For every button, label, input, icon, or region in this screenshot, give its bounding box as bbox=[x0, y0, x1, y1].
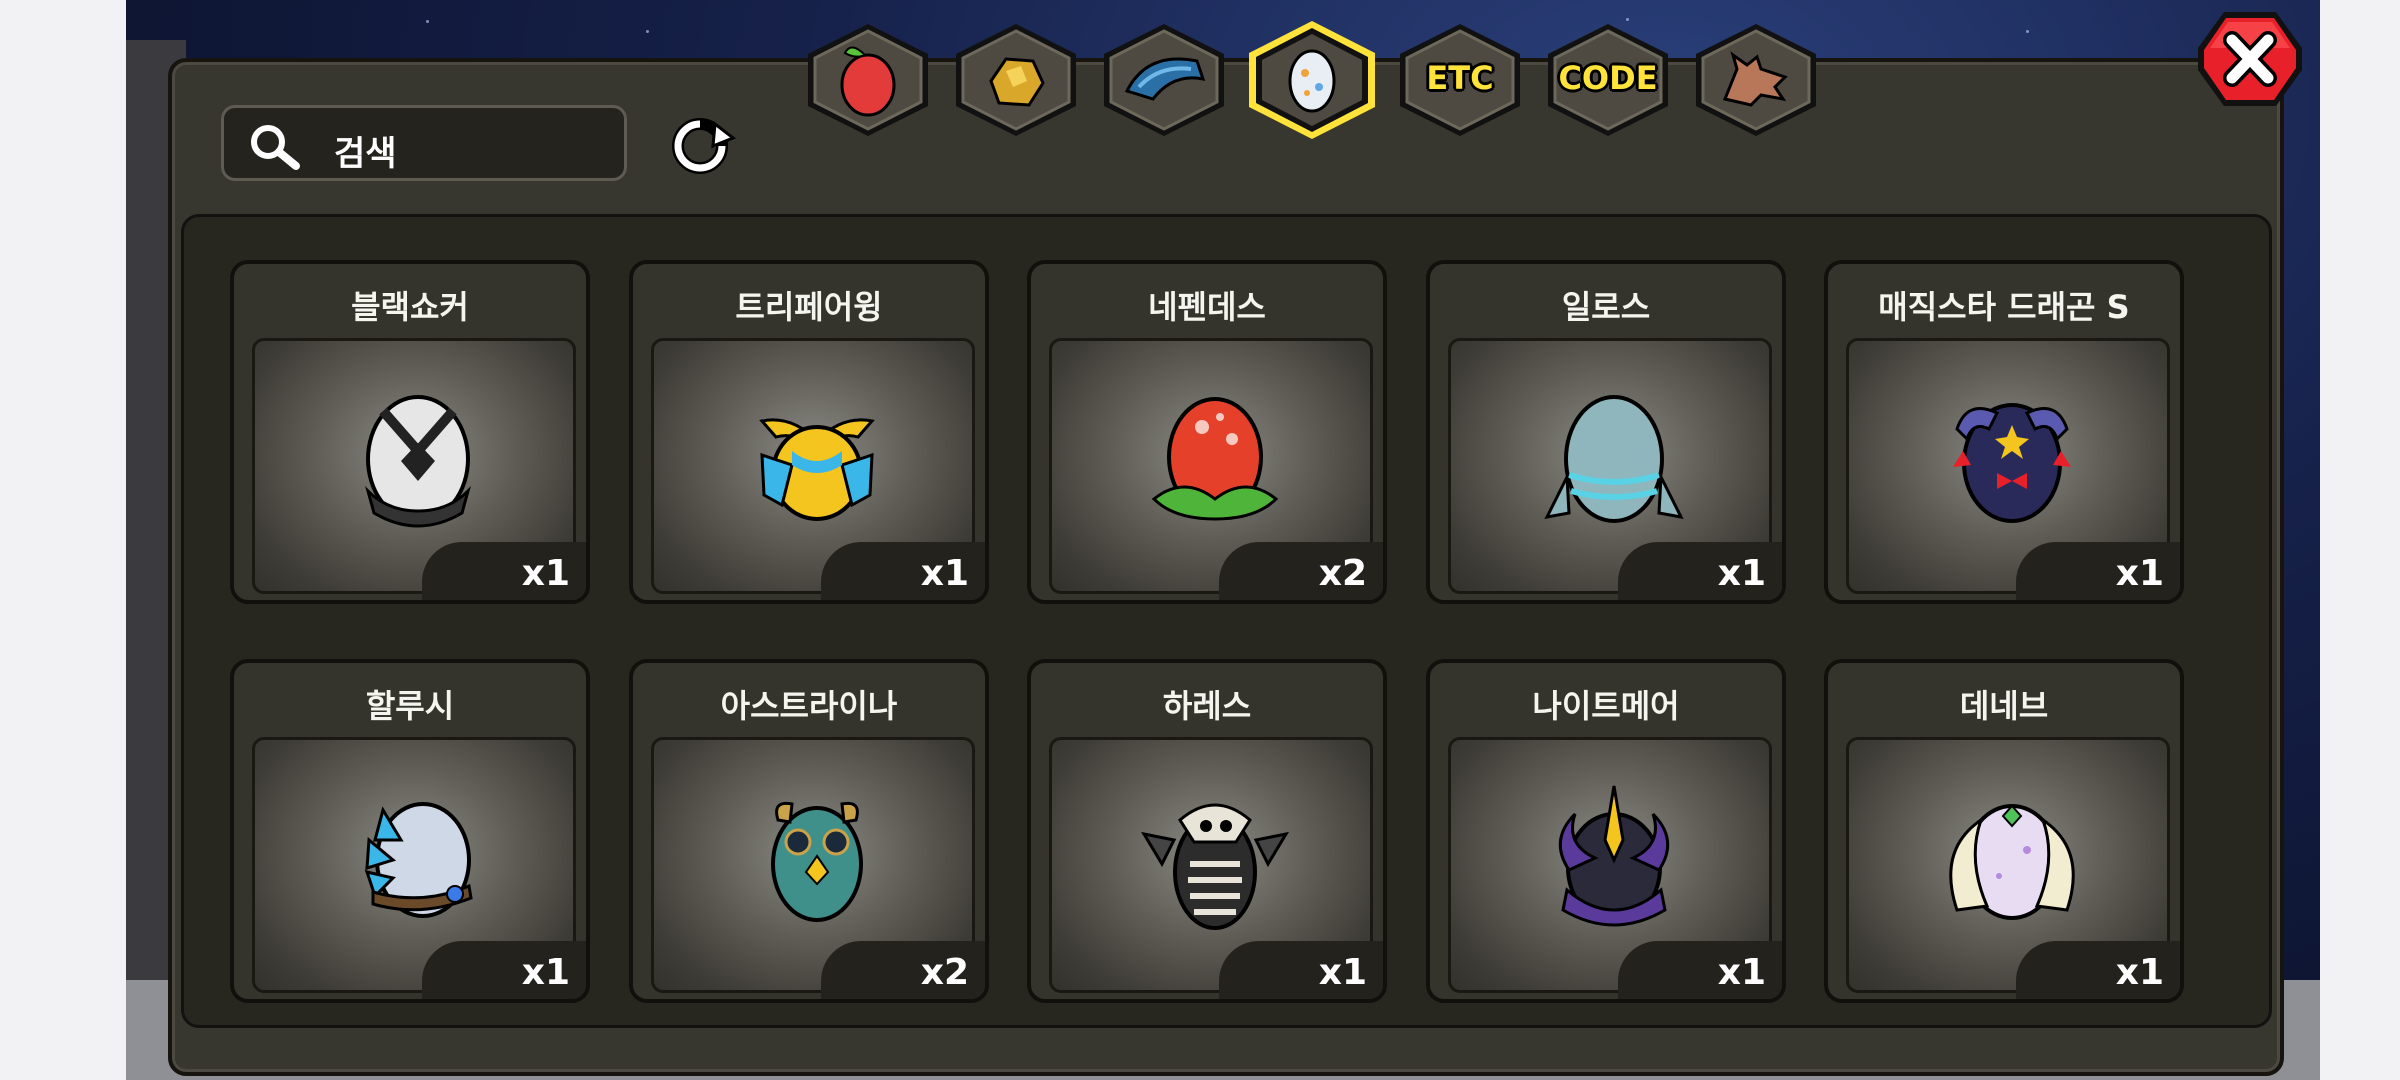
search-icon bbox=[251, 125, 300, 170]
tab-code[interactable]: CODE bbox=[1543, 21, 1673, 139]
tab-dragon-scale[interactable] bbox=[1099, 21, 1229, 139]
item-quantity: x1 bbox=[521, 952, 570, 993]
item-card[interactable]: 나이트메어 x1 bbox=[1426, 659, 1786, 1003]
item-quantity: x1 bbox=[1318, 952, 1367, 993]
item-quantity: x1 bbox=[2115, 952, 2164, 993]
item-card[interactable]: 블랙쇼커 x1 bbox=[230, 260, 590, 604]
item-name: 아스트라이나 bbox=[720, 687, 898, 725]
nepenthes-egg-icon bbox=[1151, 397, 1279, 521]
halusi-egg-icon bbox=[364, 802, 473, 918]
item-quantity: x1 bbox=[1717, 952, 1766, 993]
tab-fruit[interactable] bbox=[803, 21, 933, 139]
item-name: 할루시 bbox=[365, 687, 455, 725]
item-name: 블랙쇼커 bbox=[351, 288, 469, 326]
tab-etc-label: ETC bbox=[1426, 59, 1494, 97]
hares-egg-icon bbox=[1140, 803, 1290, 930]
item-name: 하레스 bbox=[1162, 687, 1252, 725]
tab-code-label: CODE bbox=[1558, 59, 1658, 97]
tab-gold-ore[interactable] bbox=[951, 21, 1081, 139]
left-gutter bbox=[0, 0, 126, 1080]
deneb-egg-icon bbox=[1949, 804, 2075, 920]
refresh-icon[interactable] bbox=[663, 116, 737, 176]
black-shocker-egg-icon bbox=[365, 395, 471, 528]
astraina-egg-icon bbox=[771, 801, 863, 922]
item-card[interactable]: 트리페어윙 x1 bbox=[629, 260, 989, 604]
ilos-egg-icon bbox=[1544, 395, 1684, 523]
item-quantity: x1 bbox=[1717, 553, 1766, 594]
item-name: 데네브 bbox=[1959, 687, 2049, 725]
item-name: 네펜데스 bbox=[1148, 288, 1266, 326]
search-input[interactable]: 검색 bbox=[334, 126, 397, 175]
search-box[interactable]: 검색 bbox=[221, 105, 627, 181]
item-card[interactable]: 매직스타 드래곤 S x1 bbox=[1824, 260, 2184, 604]
item-name: 매직스타 드래곤 S bbox=[1878, 288, 2130, 326]
category-tabs: ETC CODE bbox=[803, 13, 1833, 141]
tab-etc[interactable]: ETC bbox=[1395, 21, 1525, 139]
item-card[interactable]: 할루시 x1 bbox=[230, 659, 590, 1003]
item-name: 일로스 bbox=[1561, 288, 1651, 326]
item-quantity: x1 bbox=[920, 553, 969, 594]
item-card[interactable]: 데네브 x1 bbox=[1824, 659, 2184, 1003]
right-gutter bbox=[2320, 0, 2400, 1080]
tab-dragon-head[interactable] bbox=[1691, 21, 1821, 139]
close-button[interactable] bbox=[2194, 8, 2306, 110]
item-card[interactable]: 아스트라이나 x2 bbox=[629, 659, 989, 1003]
item-card[interactable]: 일로스 x1 bbox=[1426, 260, 1786, 604]
item-card[interactable]: 하레스 x1 bbox=[1027, 659, 1387, 1003]
nightmare-egg-icon bbox=[1558, 785, 1670, 927]
egg-icon bbox=[1288, 49, 1336, 113]
tab-egg[interactable] bbox=[1247, 21, 1377, 139]
tripair-wing-egg-icon bbox=[759, 418, 875, 521]
item-quantity: x1 bbox=[2115, 553, 2164, 594]
item-name: 트리페어윙 bbox=[735, 288, 883, 326]
item-name: 나이트메어 bbox=[1532, 687, 1680, 725]
magicstar-dragon-egg-icon bbox=[1953, 403, 2071, 523]
item-card[interactable]: 네펜데스 x2 bbox=[1027, 260, 1387, 604]
item-quantity: x1 bbox=[521, 553, 570, 594]
item-quantity: x2 bbox=[1318, 553, 1367, 594]
item-quantity: x2 bbox=[920, 952, 969, 993]
